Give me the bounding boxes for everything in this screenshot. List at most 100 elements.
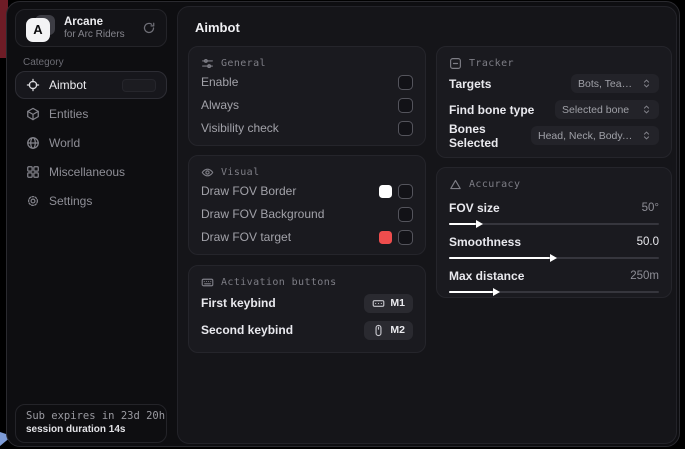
setting-label: Always bbox=[201, 98, 239, 112]
slider-fill bbox=[449, 291, 493, 293]
setting-label: Draw FOV Border bbox=[201, 184, 296, 198]
keybind-value: M2 bbox=[390, 324, 405, 336]
sub-expiry-text: Sub expires in 23d 20h bbox=[26, 410, 156, 422]
setting-row-fov-border: Draw FOV Border bbox=[201, 180, 413, 202]
keyboard-icon bbox=[201, 276, 214, 289]
card-general-header: General bbox=[201, 57, 413, 70]
card-accuracy-header: Accuracy bbox=[449, 178, 659, 191]
setting-controls bbox=[379, 230, 413, 245]
unfold-icon bbox=[641, 130, 652, 141]
setting-row-fov-target: Draw FOV target bbox=[201, 226, 413, 248]
setting-row-find-bone-type: Find bone type Selected bone bbox=[449, 97, 659, 122]
setting-row-first-keybind: First keybind M1 bbox=[201, 290, 413, 316]
card-title: Accuracy bbox=[469, 179, 520, 190]
triangle-icon bbox=[449, 178, 462, 191]
card-title: Activation buttons bbox=[221, 277, 337, 288]
keybind-value: M1 bbox=[390, 297, 405, 309]
sidebar-item-label: World bbox=[49, 136, 80, 150]
scan-frame-icon bbox=[449, 57, 462, 70]
grid-icon bbox=[26, 165, 40, 179]
gear-icon bbox=[26, 194, 40, 208]
sidebar-item-aimbot[interactable]: Aimbot bbox=[15, 71, 167, 99]
always-checkbox[interactable] bbox=[398, 98, 413, 113]
sidebar-item-settings[interactable]: Settings bbox=[15, 187, 167, 215]
card-tracker-header: Tracker bbox=[449, 57, 659, 70]
fov-size-slider[interactable] bbox=[449, 223, 659, 225]
unfold-icon bbox=[641, 104, 652, 115]
setting-row-smoothness: Smoothness 50.0 bbox=[449, 234, 659, 249]
card-title: Tracker bbox=[469, 58, 514, 69]
keyboard-icon bbox=[372, 297, 385, 310]
category-label: Category bbox=[23, 57, 64, 68]
brand-subtitle: for Arc Riders bbox=[64, 29, 125, 40]
enable-checkbox[interactable] bbox=[398, 75, 413, 90]
card-general: General Enable Always Visibility check bbox=[188, 46, 426, 146]
fov-border-checkbox[interactable] bbox=[398, 184, 413, 199]
bones-selected-select[interactable]: Head, Neck, Body, Pe... bbox=[531, 126, 659, 145]
setting-label: Draw FOV Background bbox=[201, 207, 324, 221]
fov-target-checkbox[interactable] bbox=[398, 230, 413, 245]
session-duration-text: session duration 14s bbox=[26, 424, 156, 435]
mouse-icon bbox=[372, 324, 385, 337]
crosshair-icon bbox=[26, 78, 40, 92]
setting-label: Targets bbox=[449, 77, 491, 91]
select-value: Head, Neck, Body, Pe... bbox=[538, 130, 635, 142]
sidebar-nav: Aimbot Entities World Miscellaneous S bbox=[15, 71, 167, 215]
globe-icon bbox=[26, 136, 40, 150]
setting-label: First keybind bbox=[201, 296, 276, 310]
card-activation-header: Activation buttons bbox=[201, 276, 413, 289]
visibility-check-checkbox[interactable] bbox=[398, 121, 413, 136]
card-activation-buttons: Activation buttons First keybind M1 Seco… bbox=[188, 265, 426, 353]
sidebar-item-label: Entities bbox=[49, 107, 88, 121]
second-keybind-button[interactable]: M2 bbox=[364, 321, 413, 340]
color-swatch[interactable] bbox=[379, 231, 392, 244]
unfold-icon bbox=[641, 78, 652, 89]
setting-label: FOV size bbox=[449, 201, 500, 215]
setting-row-targets: Targets Bots, Teams bbox=[449, 71, 659, 96]
setting-row-always: Always bbox=[201, 94, 413, 116]
setting-label: Smoothness bbox=[449, 235, 521, 249]
slider-fill bbox=[449, 223, 476, 225]
sidebar-item-entities[interactable]: Entities bbox=[15, 100, 167, 128]
setting-row-second-keybind: Second keybind M2 bbox=[201, 317, 413, 343]
setting-label: Draw FOV target bbox=[201, 230, 291, 244]
smoothness-slider[interactable] bbox=[449, 257, 659, 259]
select-value: Bots, Teams bbox=[578, 78, 635, 90]
setting-value: 50° bbox=[642, 202, 659, 214]
select-value: Selected bone bbox=[562, 104, 629, 116]
setting-row-enable: Enable bbox=[201, 71, 413, 93]
setting-label: Max distance bbox=[449, 269, 524, 283]
brand-text: Arcane for Arc Riders bbox=[64, 16, 125, 40]
setting-row-fov-size: FOV size 50° bbox=[449, 200, 659, 215]
setting-label: Second keybind bbox=[201, 323, 293, 337]
subscription-info: Sub expires in 23d 20h session duration … bbox=[15, 404, 167, 443]
setting-label: Find bone type bbox=[449, 103, 534, 117]
page-title: Aimbot bbox=[195, 20, 240, 35]
find-bone-type-select[interactable]: Selected bone bbox=[555, 100, 659, 119]
first-keybind-button[interactable]: M1 bbox=[364, 294, 413, 313]
slider-fill bbox=[449, 257, 550, 259]
app-window: A Arcane for Arc Riders Category Aimbot … bbox=[6, 1, 680, 447]
sidebar-item-label: Aimbot bbox=[49, 78, 86, 92]
card-accuracy: Accuracy FOV size 50° Smoothness 50.0 Ma… bbox=[436, 167, 672, 298]
card-title: General bbox=[221, 58, 266, 69]
sidebar-item-miscellaneous[interactable]: Miscellaneous bbox=[15, 158, 167, 186]
eye-icon bbox=[201, 166, 214, 179]
targets-select[interactable]: Bots, Teams bbox=[571, 74, 659, 93]
card-visual-header: Visual bbox=[201, 166, 413, 179]
setting-label: Bones Selected bbox=[449, 122, 531, 150]
refresh-icon[interactable] bbox=[142, 21, 156, 35]
setting-row-max-distance: Max distance 250m bbox=[449, 268, 659, 283]
sliders-icon bbox=[201, 57, 214, 70]
fov-background-checkbox[interactable] bbox=[398, 207, 413, 222]
sidebar-item-label: Settings bbox=[49, 194, 92, 208]
main-panel: Aimbot General Enable Always Visibility … bbox=[177, 6, 677, 444]
setting-value: 250m bbox=[630, 270, 659, 282]
brand-logo-letter: A bbox=[26, 18, 50, 42]
color-swatch[interactable] bbox=[379, 185, 392, 198]
setting-value: 50.0 bbox=[637, 236, 659, 248]
max-distance-slider[interactable] bbox=[449, 291, 659, 293]
sidebar-item-world[interactable]: World bbox=[15, 129, 167, 157]
setting-row-fov-background: Draw FOV Background bbox=[201, 203, 413, 225]
card-tracker: Tracker Targets Bots, Teams Find bone ty… bbox=[436, 46, 672, 158]
